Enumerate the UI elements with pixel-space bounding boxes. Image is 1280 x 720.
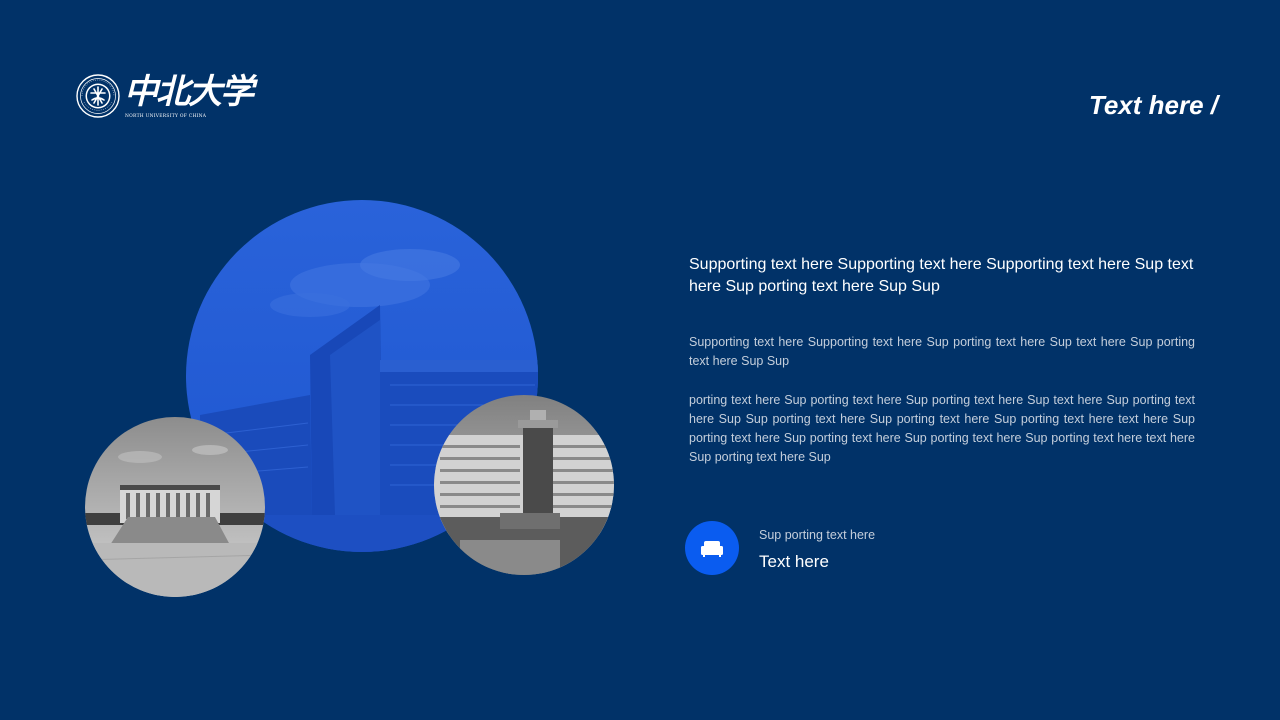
university-name-cn: 中北大学	[124, 72, 254, 112]
feature-badge	[685, 521, 739, 575]
university-logo: 中北大学 NORTH UNIVERSITY OF CHINA	[76, 72, 254, 124]
text-column: Supporting text here Supporting text her…	[689, 254, 1195, 467]
feature-caption: Sup porting text here	[759, 528, 876, 542]
slide: 中北大学 NORTH UNIVERSITY OF CHINA Text here…	[0, 0, 1280, 720]
body-paragraph-2: porting text here Sup porting text here …	[689, 393, 1195, 464]
body-paragraph-1: Supporting text here Supporting text her…	[689, 335, 1195, 368]
sofa-icon	[701, 541, 723, 557]
feature-item: Sup porting text here Text here	[685, 520, 1085, 580]
lead-text: Supporting text here Supporting text her…	[689, 256, 1194, 295]
feature-title: Text here	[759, 552, 829, 571]
photo-collage	[85, 200, 614, 597]
university-seal-icon	[76, 74, 120, 118]
university-name-en: NORTH UNIVERSITY OF CHINA	[125, 114, 207, 119]
page-title: Text here /	[1088, 90, 1218, 120]
